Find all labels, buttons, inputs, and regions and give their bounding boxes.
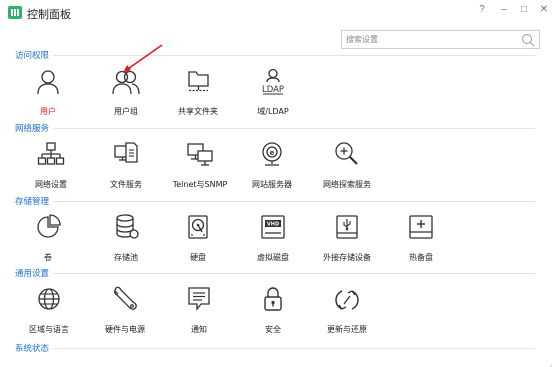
item-volume[interactable]: 卷 (8, 213, 88, 265)
help-button[interactable]: ? (474, 3, 490, 17)
item-network-settings[interactable]: 网络设置 (11, 140, 91, 192)
item-label: 域/LDAP (257, 107, 289, 116)
item-label: 安全 (265, 325, 281, 334)
close-button[interactable]: ✕ (536, 3, 552, 17)
item-telnet-snmp[interactable]: Telnet与SNMP (160, 140, 240, 192)
search-icon[interactable] (521, 33, 535, 47)
vhd-icon-text: VHD (267, 222, 279, 228)
title-bar: 控制面板 ? – □ ✕ (0, 0, 555, 26)
item-label: 热备盘 (409, 253, 433, 262)
item-external-storage[interactable]: 外接存储设备 (307, 213, 387, 265)
item-label: 外接存储设备 (323, 253, 371, 262)
web-server-icon: e (262, 142, 282, 166)
section-divider (15, 201, 535, 202)
item-security[interactable]: 安全 (233, 285, 313, 337)
item-file-service[interactable]: 文件服务 (86, 140, 166, 192)
section-general-settings: 通用设置 (15, 267, 535, 279)
section-title: 通用设置 (15, 267, 54, 279)
item-virtual-disk[interactable]: VHD 虚拟磁盘 (233, 213, 313, 265)
network-discovery-icon (335, 142, 358, 165)
telnet-snmp-icon (187, 143, 213, 166)
item-web-server[interactable]: e 网站服务器 (232, 140, 312, 192)
section-title: 网络服务 (15, 122, 54, 134)
svg-text:e: e (270, 149, 275, 157)
item-label: 硬件与电源 (105, 325, 145, 334)
hard-disk-icon (188, 215, 208, 239)
item-label: 网络探索服务 (323, 180, 371, 189)
section-divider (15, 128, 535, 129)
virtual-disk-icon: VHD (261, 215, 285, 239)
section-divider (15, 55, 535, 56)
item-label: 网络设置 (35, 180, 67, 189)
section-access-rights: 访问权限 (15, 49, 535, 61)
section-storage-management: 存储管理 (15, 195, 535, 207)
network-icon (37, 142, 65, 165)
storage-pool-icon (116, 214, 139, 239)
item-label: 网站服务器 (252, 180, 292, 189)
item-shared-folder[interactable]: 共享文件夹 (158, 67, 238, 119)
item-network-discovery[interactable]: 网络探索服务 (307, 140, 387, 192)
search-placeholder: 搜索设置 (346, 35, 378, 44)
item-label: 存储池 (114, 253, 138, 262)
item-hot-spare[interactable]: 热备盘 (381, 213, 461, 265)
item-label: 用户组 (114, 107, 138, 116)
lock-icon (264, 287, 282, 311)
item-label: 虚拟磁盘 (257, 253, 289, 262)
section-divider (15, 348, 535, 349)
item-hard-disk[interactable]: 硬盘 (158, 213, 238, 265)
item-notification[interactable]: 通知 (159, 285, 239, 337)
item-hardware-power[interactable]: 硬件与电源 (85, 285, 165, 337)
external-storage-icon (336, 215, 358, 239)
hot-spare-icon (409, 215, 433, 239)
section-title: 存储管理 (15, 195, 54, 207)
window-title: 控制面板 (27, 8, 71, 21)
minimize-button[interactable]: – (496, 3, 512, 17)
section-title: 访问权限 (15, 49, 54, 61)
shared-folder-icon (188, 71, 209, 92)
notification-icon (188, 287, 210, 311)
volume-icon (37, 214, 61, 238)
maximize-button[interactable]: □ (516, 3, 532, 17)
section-title: 系统状态 (15, 342, 54, 354)
resize-grip-icon[interactable] (546, 358, 553, 367)
section-network-services: 网络服务 (15, 122, 535, 134)
item-label: 更新与还原 (327, 325, 367, 334)
section-divider (15, 273, 535, 274)
section-system-status: 系统状态 (15, 342, 535, 354)
item-label: 硬盘 (190, 253, 206, 262)
item-region-language[interactable]: 区域与语言 (9, 285, 89, 337)
item-label: 卷 (44, 253, 52, 262)
item-user[interactable]: 用户 (8, 67, 88, 119)
file-service-icon (114, 142, 138, 163)
ldap-icon: LDAP (262, 68, 284, 95)
hardware-power-icon (114, 286, 137, 310)
item-update-restore[interactable]: 更新与还原 (307, 285, 387, 337)
item-label: 共享文件夹 (178, 107, 218, 116)
item-storage-pool[interactable]: 存储池 (86, 213, 166, 265)
item-label: 用户 (40, 107, 56, 116)
item-label: 通知 (191, 325, 207, 334)
annotation-arrow-icon (123, 44, 163, 73)
user-icon (37, 70, 59, 95)
search-input[interactable]: 搜索设置 (341, 30, 540, 49)
item-label: 区域与语言 (29, 325, 69, 334)
item-domain-ldap[interactable]: LDAP 域/LDAP (233, 67, 313, 119)
item-label: 文件服务 (110, 180, 142, 189)
globe-icon (38, 288, 60, 310)
item-label: Telnet与SNMP (172, 180, 228, 189)
app-logo-icon (8, 6, 22, 19)
update-restore-icon (335, 290, 359, 310)
